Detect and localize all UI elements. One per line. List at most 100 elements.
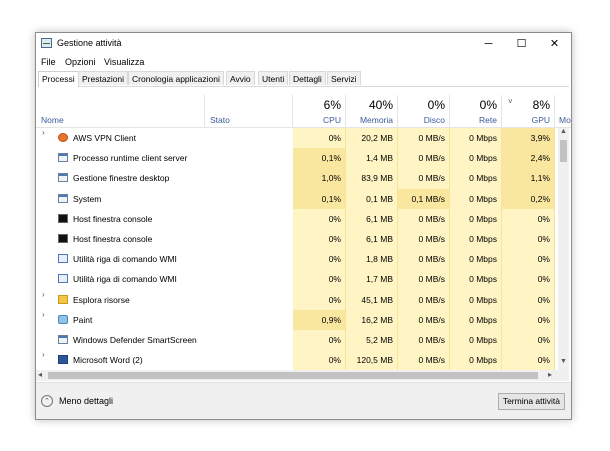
footer-bar: ⌃ Meno dettagli Termina attività [36,382,571,419]
process-name: Microsoft Word (2) [73,355,143,366]
process-memory-value: 120,5 MB [346,350,398,370]
process-gpu-value: 0% [502,228,555,250]
scroll-right-icon[interactable]: ▸ [548,370,552,379]
menu-options[interactable]: Opzioni [65,57,96,67]
tab-users[interactable]: Utenti [258,71,289,85]
process-cpu-value: 0% [293,249,346,270]
task-manager-window: Gestione attività ─ ☐ ✕ File Opzioni Vis… [35,32,572,420]
close-button[interactable]: ✕ [538,33,571,55]
process-disk-value: 0 MB/s [398,168,450,189]
process-gpu-value: 0% [502,350,555,370]
process-disk-value: 0 MB/s [398,289,450,310]
process-disk-value: 0 MB/s [398,128,450,149]
expand-chevron-icon[interactable]: › [42,310,45,319]
process-disk-value: 0 MB/s [398,350,450,370]
cmd-process-icon [58,209,68,223]
scroll-left-icon[interactable]: ◂ [38,370,42,379]
paint-process-icon [58,314,68,324]
process-disk-value: 0 MB/s [398,208,450,229]
process-network-value: 0 Mbps [450,309,502,330]
process-disk-value: 0 MB/s [398,269,450,290]
process-name: Paint [73,314,93,325]
process-memory-value: 6,1 MB [346,228,398,250]
expand-chevron-icon[interactable]: › [42,128,45,137]
process-network-value: 0 Mbps [450,289,502,310]
process-row[interactable]: Gestione finestre desktop 1,0% 83,9 MB 0 MB… [36,168,558,189]
process-name: Utilità riga di comando WMI [73,274,177,285]
process-row[interactable]: Host finestra console0%6,1 MB0 MB/s0 Mbp… [36,228,558,250]
process-row[interactable]: › AWS VPN Client 0% 20,2 MB 0 MB/s 0 Mbps 3,9% [36,128,558,149]
process-gpu-value: 2,4% [502,148,555,169]
process-cpu-value: 0% [293,128,346,149]
process-memory-value: 20,2 MB [346,128,398,149]
column-cpu[interactable]: 6% CPU [293,95,346,127]
process-network-value: 0 Mbps [450,228,502,250]
scrollbar-corner [558,370,569,381]
process-name: Host finestra console [73,213,153,224]
end-task-button[interactable]: Termina attività [497,393,565,410]
column-name[interactable]: Nome [36,95,205,127]
process-cpu-value: 0% [293,329,346,351]
process-disk-value: 0 MB/s [398,329,450,351]
process-row[interactable]: › Esplora risorse 0% 45,1 MB 0 MB/s 0 Mbps 0% [36,289,558,310]
tab-app-history[interactable]: Cronologia applicazioni [128,71,224,85]
process-network-value: 0 Mbps [450,128,502,149]
process-gpu-value: 3,9% [502,128,555,149]
horizontal-scrollbar[interactable]: ◂ ▸ [36,370,558,381]
scroll-down-icon[interactable]: ▼ [558,358,569,365]
process-row[interactable]: Utilità riga di comando WMI 0% 1,7 MB 0 MB/… [36,269,558,290]
vpn-process-icon [58,133,68,142]
expand-chevron-icon[interactable]: › [42,350,45,359]
folder-process-icon [58,294,68,304]
process-row[interactable]: System 0,1% 0,1 MB 0,1 MB/s 0 Mbps 0,2% [36,188,558,209]
column-disk[interactable]: 0% Disco [398,95,450,127]
fewer-details-link[interactable]: Meno dettagli [59,396,113,406]
process-row[interactable]: Processo runtime client server 0,1% 1,4 MB… [36,148,558,169]
tab-performance[interactable]: Prestazioni [78,71,129,85]
vertical-scrollbar[interactable]: ▲ ▼ [558,128,569,370]
cmd-process-icon [58,229,68,243]
process-memory-value: 1,7 MB [346,269,398,290]
process-row[interactable]: Utilità riga di comando WMI 0% 1,8 MB 0 MB/… [36,249,558,270]
process-memory-value: 0,1 MB [346,188,398,209]
process-gpu-value: 0% [502,309,555,330]
tab-processes[interactable]: Processi [38,71,79,87]
column-memory[interactable]: 40% Memoria [346,95,398,127]
tab-services[interactable]: Servizi [327,71,361,85]
tab-details[interactable]: Dettagli [289,71,326,85]
horizontal-scroll-thumb[interactable] [48,372,538,379]
process-name: System [73,193,102,204]
process-name: Processo runtime client server [73,153,188,164]
vertical-scroll-thumb[interactable] [560,140,567,162]
scroll-up-icon[interactable]: ▲ [558,128,569,135]
process-row[interactable]: Host finestra console0%6,1 MB0 MB/s0 Mbp… [36,208,558,229]
process-row[interactable]: Windows Defender SmartScreen 0% 5,2 MB 0 MB… [36,329,558,351]
tab-startup[interactable]: Avvio [226,71,255,85]
menu-view[interactable]: Visualizza [104,57,144,67]
process-row[interactable]: › Paint 0,9% 16,2 MB 0 MB/s 0 Mbps 0% [36,309,558,330]
process-memory-value: 45,1 MB [346,289,398,310]
column-gpu-engine-clipped[interactable]: Mo [559,115,571,125]
column-network[interactable]: 0% Rete [450,95,502,127]
process-row[interactable]: ›Microsoft Word (2)0%120,5 MB0 MB/s0 Mbp… [36,350,558,370]
column-gpu[interactable]: ˅ 8% GPU [502,95,555,127]
menu-bar: File Opzioni Visualizza [36,55,571,69]
expand-chevron-icon[interactable]: › [42,290,45,299]
process-disk-value: 0 MB/s [398,148,450,169]
process-name: Utilità riga di comando WMI [73,254,177,265]
tab-bar: Processi Prestazioni Cronologia applicaz… [38,71,569,87]
chevron-up-circle-icon[interactable]: ⌃ [41,395,53,407]
process-gpu-value: 0% [502,329,555,351]
process-gpu-value: 0% [502,249,555,270]
process-network-value: 0 Mbps [450,269,502,290]
task-manager-icon [41,38,52,48]
process-memory-value: 5,2 MB [346,329,398,351]
minimize-button[interactable]: ─ [472,33,505,55]
title-bar: Gestione attività ─ ☐ ✕ [36,33,571,55]
column-status[interactable]: Stato [205,95,293,127]
process-memory-value: 6,1 MB [346,208,398,229]
process-network-value: 0 Mbps [450,329,502,351]
menu-file[interactable]: File [41,57,56,67]
process-disk-value: 0 MB/s [398,249,450,270]
maximize-button[interactable]: ☐ [505,33,538,55]
